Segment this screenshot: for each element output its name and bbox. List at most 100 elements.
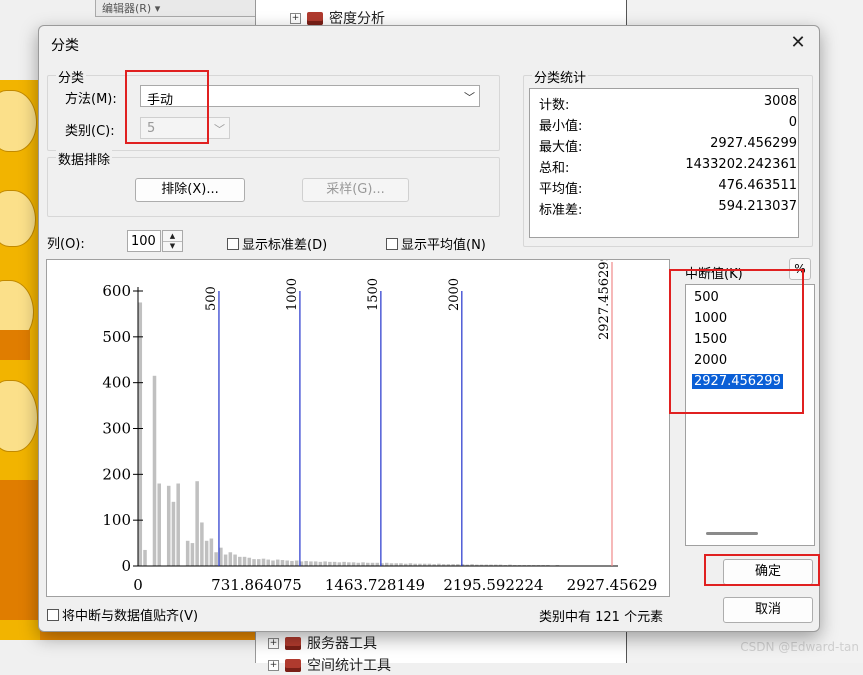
- histogram-bar: [361, 562, 365, 566]
- histogram-bar: [309, 561, 313, 566]
- histogram-bar: [224, 555, 228, 566]
- histogram-bar: [285, 561, 289, 567]
- break-label: 500: [204, 286, 219, 311]
- stat-row-min: 最小值:0: [539, 113, 797, 134]
- histogram-bar: [290, 561, 294, 566]
- y-tick-label: 0: [121, 557, 131, 575]
- stat-row-count: 计数:3008: [539, 92, 797, 113]
- histogram-bar: [347, 562, 351, 566]
- data-exclusion-group: 数据排除: [47, 157, 500, 217]
- histogram-bar: [139, 302, 143, 566]
- histogram-bar: [157, 484, 161, 567]
- histogram-bar: [352, 562, 356, 566]
- stat-row-sum: 总和:1433202.242361: [539, 155, 797, 176]
- percent-button[interactable]: %: [789, 258, 811, 280]
- stat-row-mean: 平均值:476.463511: [539, 176, 797, 197]
- show-std-checkbox[interactable]: 显示标准差(D): [227, 234, 327, 253]
- y-tick-label: 600: [102, 282, 131, 300]
- toolbox-icon: [285, 659, 301, 672]
- histogram-bar: [238, 557, 242, 566]
- editor-toolbar[interactable]: 编辑器(R) ▾: [95, 0, 257, 17]
- histogram-bar: [271, 561, 275, 567]
- cancel-button[interactable]: 取消: [723, 597, 813, 623]
- classes-label: 类别(C):: [65, 120, 115, 139]
- y-tick-label: 500: [102, 328, 131, 346]
- data-exclusion-group-title: 数据排除: [56, 149, 112, 168]
- histogram-bar: [219, 548, 223, 566]
- classes-select[interactable]: 5 ﹀: [140, 117, 230, 139]
- show-mean-checkbox[interactable]: 显示平均值(N): [386, 234, 486, 253]
- y-tick-label: 100: [102, 511, 131, 529]
- histogram-bar: [172, 502, 176, 566]
- stat-row-stddev: 标准差:594.213037: [539, 197, 797, 218]
- histogram-bar: [243, 557, 247, 566]
- breaks-list[interactable]: 500 1000 1500 2000 2927.456299: [685, 284, 815, 546]
- expand-icon[interactable]: +: [290, 13, 301, 24]
- histogram-bar: [281, 560, 285, 566]
- close-button[interactable]: ✕: [787, 32, 809, 54]
- classification-dialog: 分类 ✕ 分类 方法(M): 手动 ﹀ 类别(C): 5 ﹀ 数据排除 排除(X…: [38, 25, 820, 632]
- break-label: 2000: [447, 278, 462, 311]
- chevron-down-icon[interactable]: ﹀: [464, 89, 475, 105]
- map-region: [0, 380, 38, 452]
- histogram-bar: [233, 555, 237, 566]
- histogram-bar: [186, 541, 190, 566]
- checkbox-icon[interactable]: [227, 238, 239, 250]
- chevron-down-icon[interactable]: ﹀: [214, 121, 225, 137]
- histogram-bar: [153, 376, 157, 566]
- method-select[interactable]: 手动 ﹀: [140, 85, 480, 107]
- histogram-chart[interactable]: 01002003004005006000731.8640751463.72814…: [47, 260, 669, 596]
- histogram-bar: [262, 559, 266, 566]
- checkbox-icon[interactable]: [47, 609, 59, 621]
- map-region: [0, 480, 40, 620]
- exclude-button[interactable]: 排除(X)...: [135, 178, 245, 202]
- checkbox-icon[interactable]: [386, 238, 398, 250]
- histogram-bar: [295, 561, 299, 567]
- histogram-bar: [323, 561, 327, 566]
- expand-icon[interactable]: +: [268, 660, 279, 671]
- break-label: 2927.456299: [597, 260, 612, 340]
- classification-group-title: 分类: [56, 67, 86, 86]
- histogram-bar: [176, 484, 180, 567]
- editor-menu-label[interactable]: 编辑器(R) ▾: [102, 0, 160, 16]
- histogram-panel[interactable]: 01002003004005006000731.8640751463.72814…: [46, 259, 670, 597]
- sample-button[interactable]: 采样(G)...: [302, 178, 409, 202]
- y-tick-label: 200: [102, 465, 131, 483]
- histogram-bar: [167, 486, 171, 566]
- columns-input[interactable]: 100: [127, 230, 161, 252]
- histogram-bar: [314, 561, 318, 566]
- ok-button[interactable]: 确定: [723, 559, 813, 585]
- class-count-text: 类别中有 121 个元素: [539, 606, 663, 625]
- histogram-bar: [252, 559, 256, 566]
- expand-icon[interactable]: +: [268, 638, 279, 649]
- columns-spinner[interactable]: ▲ ▼: [162, 230, 183, 252]
- break-label: 1000: [285, 278, 300, 311]
- tree-item-server-tools[interactable]: + 服务器工具: [268, 633, 377, 653]
- histogram-bar: [342, 562, 346, 566]
- x-tick-label: 1463.728149: [325, 576, 425, 594]
- histogram-bar: [200, 522, 204, 566]
- break-item-selected[interactable]: 2927.456299: [692, 374, 783, 389]
- toolbox-icon: [307, 12, 323, 25]
- histogram-bar: [276, 560, 280, 566]
- tree-item-spatial-statistics[interactable]: + 空间统计工具: [268, 655, 391, 675]
- toolbox-icon: [285, 637, 301, 650]
- histogram-bar: [338, 562, 342, 566]
- map-region: [0, 330, 30, 360]
- map-region: [0, 90, 37, 152]
- histogram-bar: [333, 562, 337, 566]
- background-map: [0, 80, 40, 640]
- histogram-bar: [266, 560, 270, 566]
- break-item[interactable]: 2000: [692, 353, 729, 368]
- y-tick-label: 300: [102, 420, 131, 438]
- watermark: CSDN @Edward-tan: [740, 640, 859, 654]
- x-tick-label: 731.864075: [211, 576, 302, 594]
- snap-breaks-checkbox[interactable]: 将中断与数据值贴齐(V): [47, 605, 198, 624]
- horizontal-scrollbar[interactable]: [706, 532, 758, 535]
- break-item[interactable]: 500: [692, 290, 721, 305]
- spin-down-icon[interactable]: ▼: [163, 241, 182, 251]
- break-item[interactable]: 1000: [692, 311, 729, 326]
- x-tick-label: 0: [133, 576, 143, 594]
- histogram-bar: [257, 559, 261, 566]
- break-item[interactable]: 1500: [692, 332, 729, 347]
